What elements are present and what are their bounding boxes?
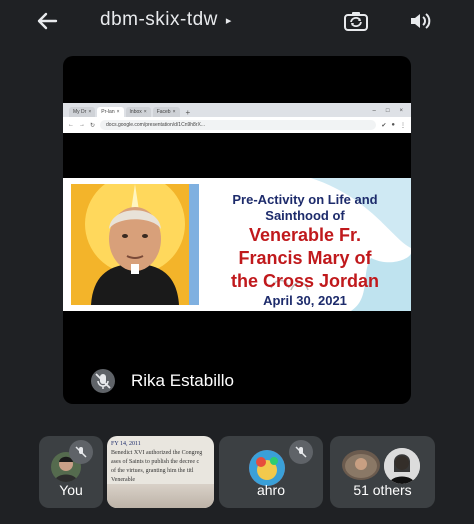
slide-text-block: Pre-Activity on Life and Sainthood of Ve… — [203, 192, 407, 308]
shared-document-preview: FY 14, 2011 Benedict XVI authorized the … — [111, 441, 203, 483]
speaker-icon[interactable] — [406, 8, 434, 34]
participant-tile-others[interactable]: 51 others — [330, 436, 435, 508]
slide-title-line: Venerable Fr. — [248, 225, 362, 246]
browser-tab: Pr-lan × — [97, 107, 124, 117]
extension-icon: ✔ — [381, 122, 387, 129]
slide-date: April 30, 2021 — [263, 293, 347, 309]
reload-icon: ↻ — [90, 122, 96, 129]
top-bar: dbm-skix-tdw ▸ — [0, 0, 474, 44]
extension-icon: ● — [391, 122, 395, 128]
caret-right-icon: ▸ — [225, 14, 232, 27]
participant-tile-you[interactable]: You — [39, 436, 103, 508]
slide-title-line: Francis Mary of — [238, 247, 372, 268]
slide-title-line: the Cross Jordan — [230, 270, 380, 291]
avatar — [342, 450, 380, 480]
main-video-tile[interactable]: My Dr × Pr-lan × Inbox × Faceb × + – □ × ← → ↻… — [63, 56, 411, 404]
slide-subtitle-line: Sainthood of — [265, 207, 345, 223]
window-controls: – □ × — [372, 108, 403, 114]
portrait-image — [71, 184, 199, 305]
mic-off-icon — [87, 368, 119, 394]
browser-tab: My Dr × — [69, 107, 96, 117]
presenter-label: Rika Estabillo — [87, 368, 234, 394]
address-bar-row: ← → ↻ docs.google.com/presentation/d/1Cn… — [63, 117, 411, 133]
presenter-name: Rika Estabillo — [131, 371, 234, 390]
participant-tile-ahro[interactable]: ahro — [219, 436, 323, 508]
participant-count-label: 51 others — [353, 482, 412, 498]
participant-tile-screen-share[interactable]: FY 14, 2011 Benedict XVI authorized the … — [107, 436, 214, 508]
browser-tab: Faceb × — [152, 107, 180, 117]
presentation-slide: Pre-Activity on Life and Sainthood of Ve… — [63, 178, 411, 311]
menu-dots-icon: ⋮ — [400, 122, 406, 129]
slide-subtitle-line: Pre-Activity on Life and — [232, 192, 378, 207]
avatar — [249, 450, 285, 486]
browser-tabs: My Dr × Pr-lan × Inbox × Faceb × + – □ × — [63, 103, 411, 117]
new-tab-icon: + — [185, 108, 191, 117]
shared-image-strip — [107, 484, 214, 508]
participant-name: ahro — [256, 482, 286, 498]
avatar — [384, 448, 420, 484]
mic-off-icon — [69, 440, 93, 464]
meeting-code: dbm-skix-tdw — [100, 9, 218, 30]
browser-tab: Inbox × — [125, 107, 151, 117]
meeting-code-button[interactable]: dbm-skix-tdw ▸ — [100, 9, 232, 31]
participant-name: You — [59, 482, 83, 498]
shared-browser-chrome: My Dr × Pr-lan × Inbox × Faceb × + – □ × ← → ↻… — [63, 103, 411, 133]
back-arrow-icon[interactable] — [32, 8, 62, 34]
back-nav-icon: ← — [68, 122, 74, 128]
switch-camera-icon[interactable] — [342, 8, 370, 34]
forward-nav-icon: → — [79, 122, 85, 128]
url-field: docs.google.com/presentation/d/1Cn9h8rX.… — [100, 120, 377, 130]
mic-off-icon — [289, 440, 313, 464]
